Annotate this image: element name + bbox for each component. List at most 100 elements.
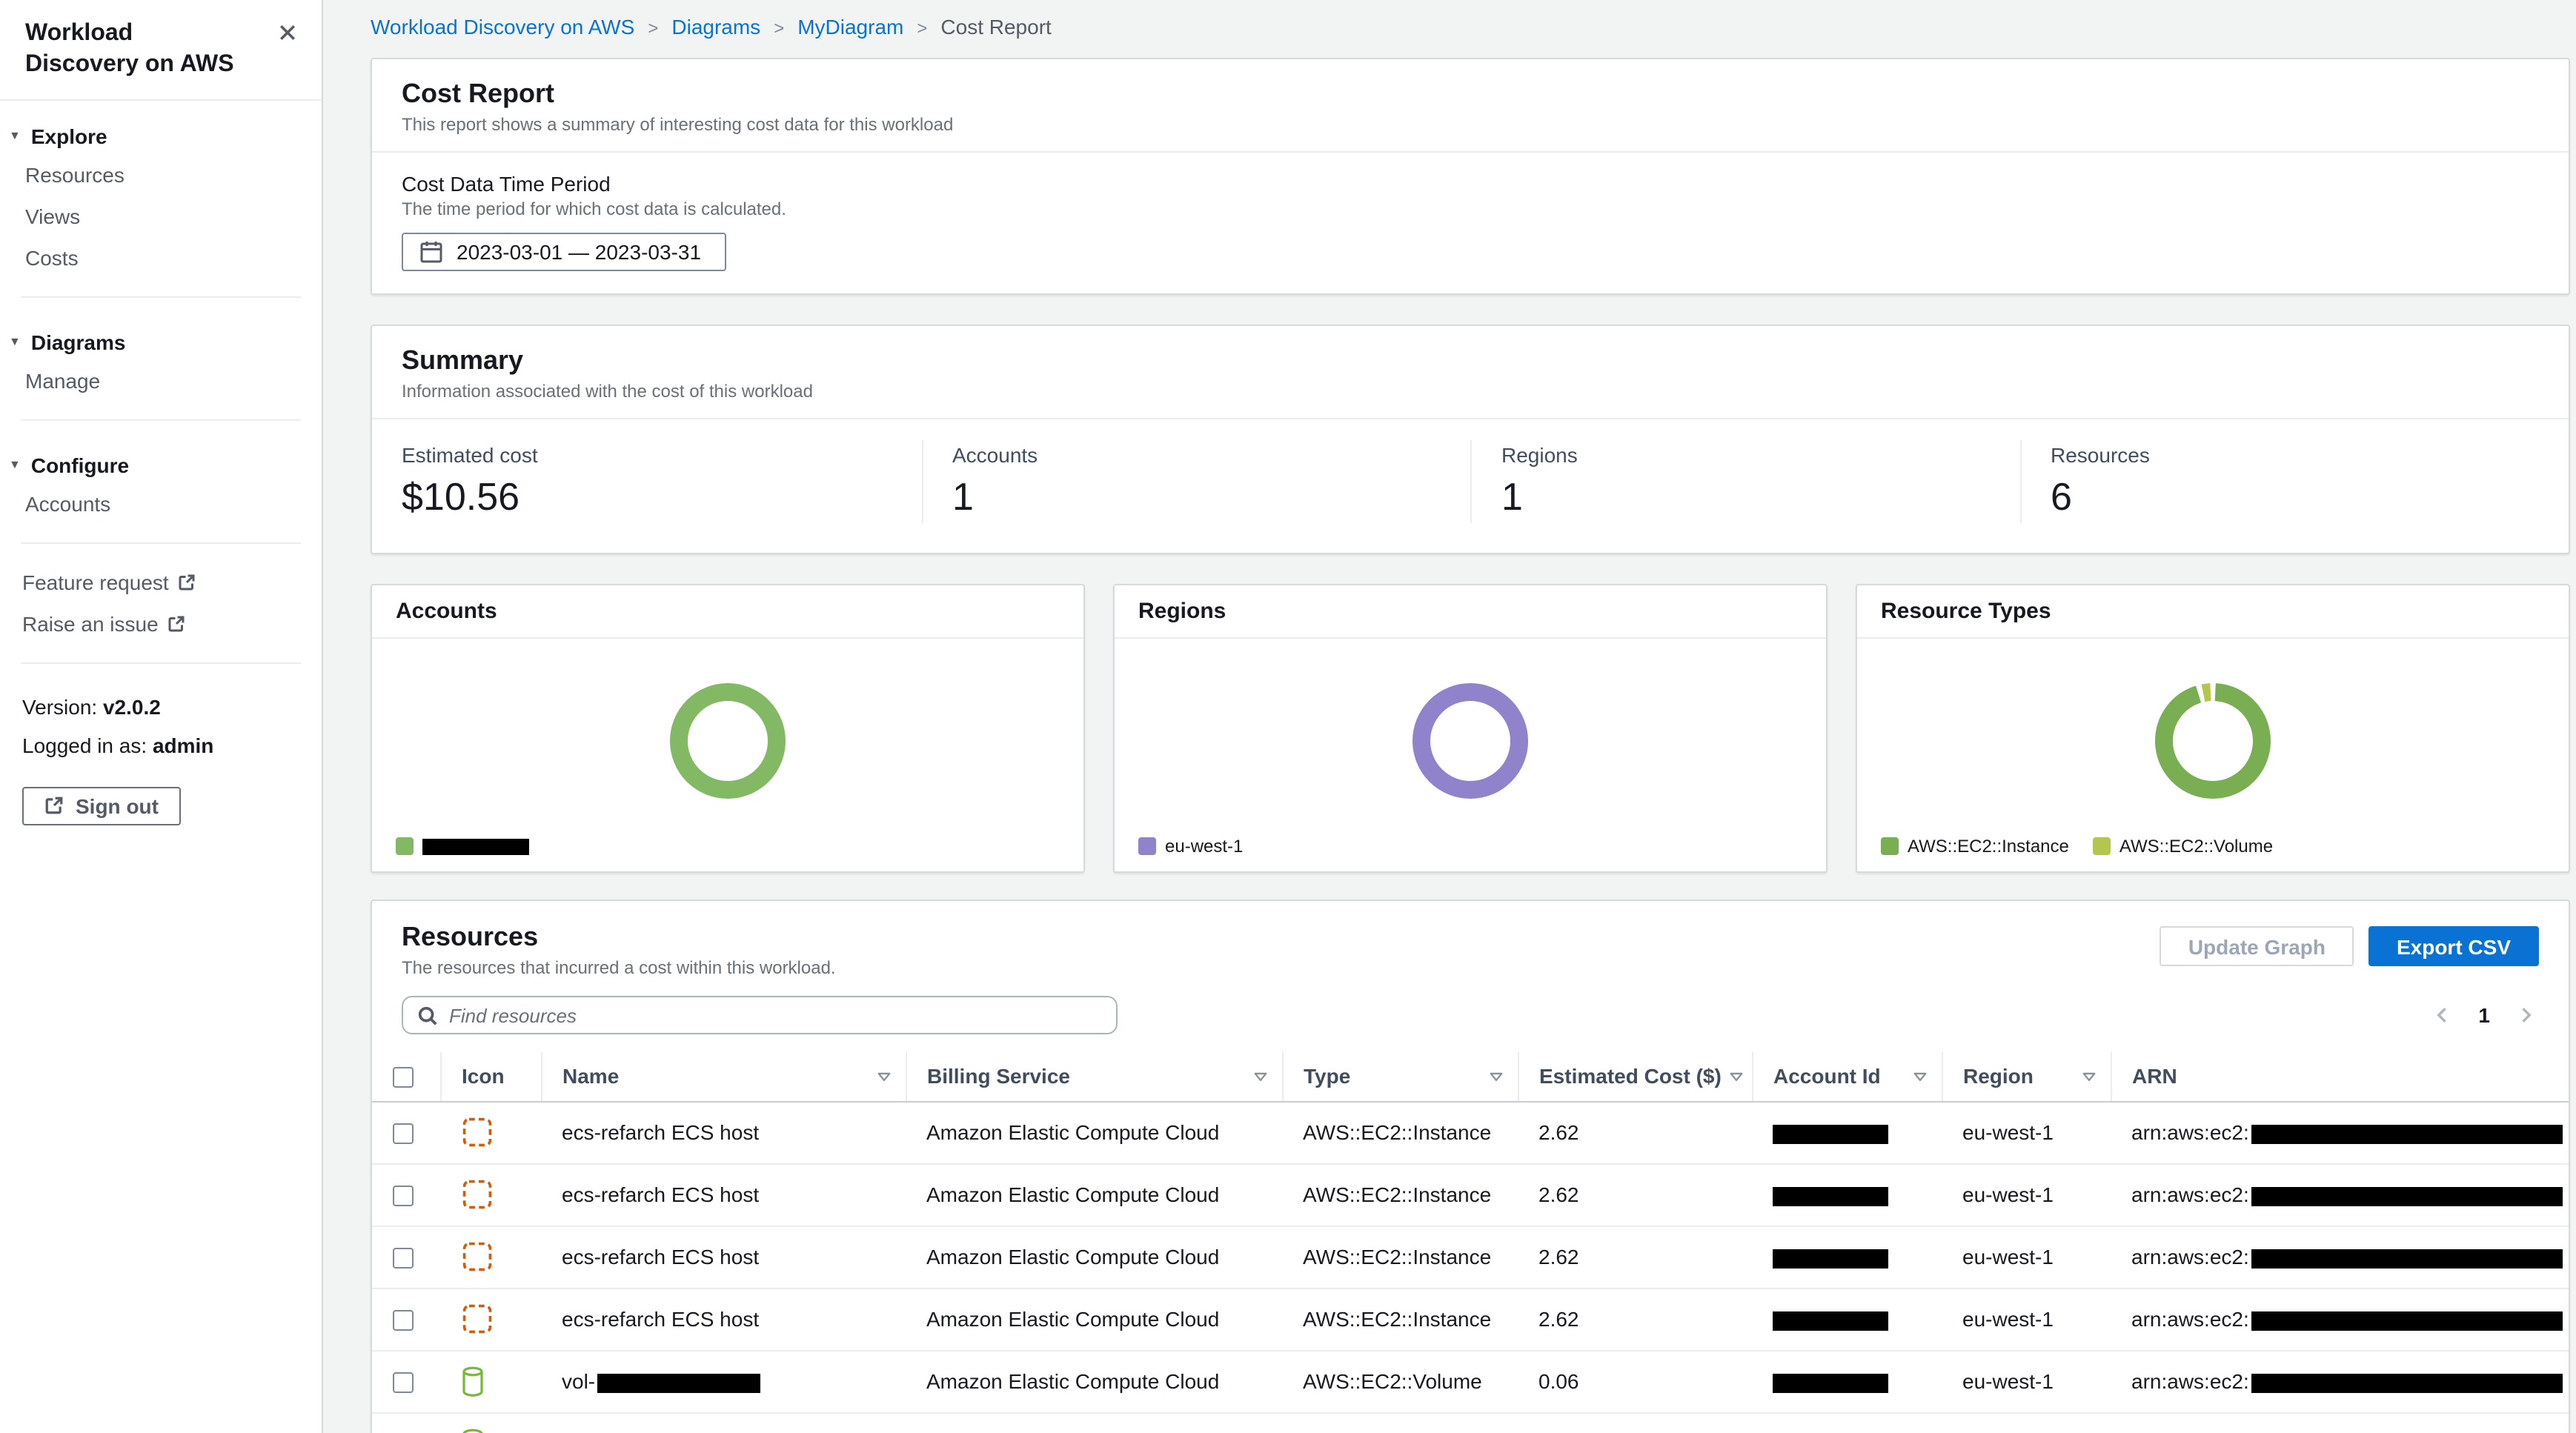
sidebar-divider [21,296,301,298]
cell-arn: arn:aws:ec2: [2111,1350,2569,1413]
ec2-instance-icon [461,1117,494,1153]
sort-icon [1250,1067,1269,1086]
version-value: v2.0.2 [102,694,161,719]
cell-billing-service: Amazon Elastic Compute Cloud [906,1101,1282,1164]
charts-row: Accounts Regions eu-west-1 Resource Types AW… [371,584,2570,873]
row-checkbox[interactable] [393,1372,414,1394]
sidebar-item-costs[interactable]: Costs [0,236,322,278]
column-header-arn[interactable]: ARN [2110,1052,2569,1102]
redacted-account-id [1773,1249,1888,1269]
column-header-billing-service[interactable]: Billing Service [905,1052,1282,1102]
ebs-volume-icon [461,1366,485,1401]
ec2-instance-icon [461,1242,494,1277]
column-header-region[interactable]: Region [1941,1052,2111,1102]
sidebar-section-label: Explore [30,124,107,148]
cell-billing-service: Amazon Elastic Compute Cloud [906,1350,1282,1413]
previous-page-button[interactable] [2429,1002,2456,1028]
cell-arn: arn:aws:ec2: [2111,1288,2569,1351]
breadcrumb-link-diagrams[interactable]: Diagrams [671,15,760,39]
link-feature-request[interactable]: Feature request [0,561,218,602]
sidebar-meta: Version: v2.0.2 Logged in as: admin [0,681,322,771]
table-row[interactable]: ecs-refarch ECS host Amazon Elastic Compu… [372,1288,2569,1351]
sort-icon [1486,1067,1505,1086]
cell-name: vol- [541,1412,906,1433]
table-row[interactable]: vol-Amazon Elastic Compute CloudAWS::EC2… [372,1412,2569,1433]
date-range-input[interactable]: 2023-03-01 — 2023-03-31 [402,233,726,271]
breadcrumb-separator-icon: > [648,18,659,39]
current-page[interactable]: 1 [2478,1003,2490,1027]
app-root: Workload Discovery on AWS ▼ Explore Resour… [0,0,2576,1433]
sort-icon [874,1067,893,1086]
sidebar-item-views[interactable]: Views [0,195,322,236]
summary-stats: Estimated cost $10.56 Accounts 1 Regions 1 Res… [372,419,2569,553]
row-checkbox[interactable] [393,1310,414,1331]
resource-icon-cell [440,1226,541,1289]
sort-icon [1727,1067,1747,1086]
cell-arn: arn:aws:ec2: [2111,1412,2569,1433]
main-content: Workload Discovery on AWS > Diagrams > MyDia… [323,0,2576,1433]
breadcrumb-link-mydiagram[interactable]: MyDiagram [797,15,903,39]
cell-estimated-cost: 0.02 [1518,1412,1752,1433]
resources-table: Icon Name Billing Service Type Estimated Cos… [372,1052,2569,1433]
update-graph-button[interactable]: Update Graph [2160,926,2354,966]
row-checkbox[interactable] [393,1248,414,1269]
cell-billing-service: Amazon Elastic Compute Cloud [906,1226,1282,1289]
external-link-icon [167,614,185,632]
legend-label: AWS::EC2::Instance [1908,836,2069,857]
cell-name: ecs-refarch ECS host [541,1226,906,1289]
cell-billing-service: Amazon Elastic Compute Cloud [906,1412,1282,1433]
caret-down-icon: ▼ [9,457,21,471]
redacted-account-id [1773,1186,1888,1206]
pagination: 1 [2429,1002,2539,1028]
chart-legend [396,836,1060,857]
row-checkbox[interactable] [393,1123,414,1145]
legend-swatch [1881,837,1899,855]
export-csv-button[interactable]: Export CSV [2368,926,2539,966]
cell-type: AWS::EC2::Instance [1282,1226,1518,1289]
select-all-header [372,1052,440,1102]
select-all-checkbox[interactable] [393,1067,414,1088]
next-page-button[interactable] [2512,1002,2539,1028]
sidebar-item-accounts[interactable]: Accounts [0,482,322,524]
link-raise-an-issue[interactable]: Raise an issue [0,602,208,644]
search-input[interactable] [402,996,1118,1034]
search-box [402,996,1118,1034]
table-row[interactable]: ecs-refarch ECS host Amazon Elastic Compu… [372,1101,2569,1164]
cell-name: ecs-refarch ECS host [541,1163,906,1226]
sidebar-section-configure[interactable]: ▼ Configure [0,438,322,482]
cell-estimated-cost: 2.62 [1518,1288,1752,1351]
column-header-account-id[interactable]: Account Id [1751,1052,1942,1102]
legend-item: AWS::EC2::Instance [1881,836,2069,857]
caret-down-icon: ▼ [9,128,21,142]
column-header-estimated-cost[interactable]: Estimated Cost ($) [1517,1052,1752,1102]
sidebar-item-resources[interactable]: Resources [0,153,322,195]
column-header-name[interactable]: Name [540,1052,906,1102]
cell-account-id [1752,1288,1942,1351]
row-checkbox[interactable] [393,1186,414,1207]
sign-out-button[interactable]: Sign out [22,786,181,825]
chart-legend: AWS::EC2::Instance AWS::EC2::Volume [1881,836,2545,857]
sidebar-section-label: Configure [30,453,130,477]
column-header-type[interactable]: Type [1281,1052,1518,1102]
cell-type: AWS::EC2::Volume [1282,1350,1518,1413]
table-row[interactable]: vol-Amazon Elastic Compute CloudAWS::EC2… [372,1350,2569,1413]
resources-description: The resources that incurred a cost withi… [402,957,836,978]
table-row[interactable]: ecs-refarch ECS host Amazon Elastic Compu… [372,1163,2569,1226]
sidebar-item-manage[interactable]: Manage [0,359,322,401]
close-icon[interactable] [274,19,301,46]
breadcrumb-separator-icon: > [917,18,928,39]
sidebar-section-explore[interactable]: ▼ Explore [0,109,322,153]
breadcrumb-link-workload-discovery-on-aws[interactable]: Workload Discovery on AWS [371,15,634,39]
sidebar-section-diagrams[interactable]: ▼ Diagrams [0,315,322,359]
cell-region: eu-west-1 [1942,1163,2111,1226]
column-header-icon[interactable]: Icon [439,1052,541,1102]
logged-in-line: Logged in as: admin [22,734,214,758]
caret-down-icon: ▼ [9,334,21,348]
table-row[interactable]: ecs-refarch ECS host Amazon Elastic Compu… [372,1226,2569,1289]
legend-label: eu-west-1 [1165,836,1244,857]
summary-stat-estimated-cost: Estimated cost $10.56 [402,443,538,519]
resources-card: Resources The resources that incurred a … [371,900,2570,1433]
resource-icon-cell [440,1101,541,1164]
cell-type: AWS::EC2::Instance [1282,1101,1518,1164]
cell-account-id [1752,1163,1942,1226]
